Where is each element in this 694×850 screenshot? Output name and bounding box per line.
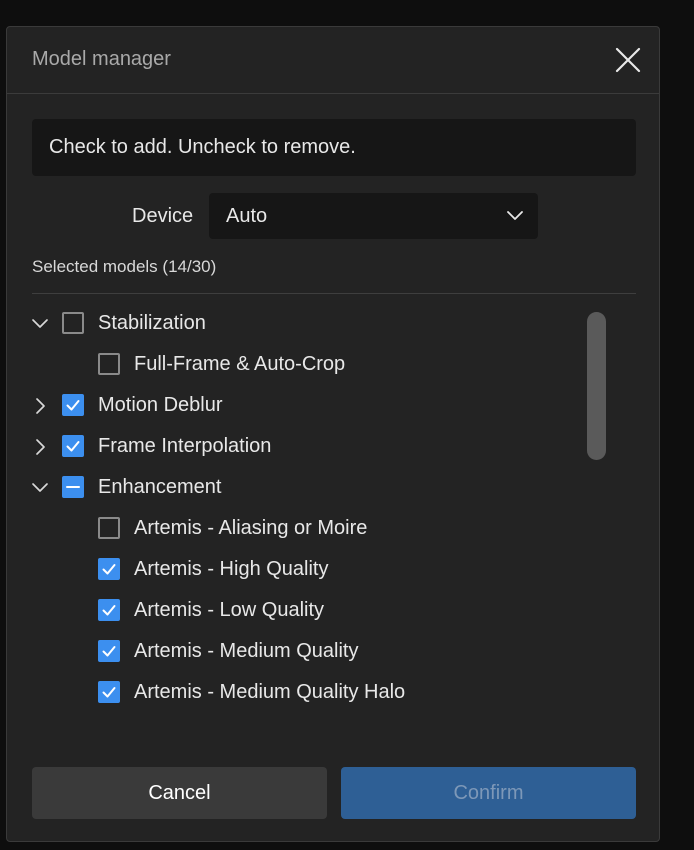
confirm-button[interactable]: Confirm	[341, 767, 636, 819]
tree-row-label: Frame Interpolation	[98, 435, 272, 457]
checkbox-checked[interactable]	[62, 394, 84, 416]
check-icon	[102, 605, 116, 616]
close-icon	[615, 47, 641, 73]
tree-row-label: Artemis - Medium Quality	[134, 640, 359, 662]
divider	[32, 293, 636, 294]
tree-row[interactable]: Artemis - Medium Quality Halo	[7, 672, 587, 713]
check-icon	[66, 441, 80, 452]
check-icon	[102, 646, 116, 657]
device-label: Device	[132, 205, 194, 227]
info-banner: Check to add. Uncheck to remove.	[32, 119, 636, 176]
tree-row-label: Stabilization	[98, 312, 206, 334]
dialog-header: Model manager	[7, 27, 659, 94]
chevron-down-icon[interactable]	[31, 315, 49, 333]
device-select[interactable]: Auto	[209, 193, 538, 239]
tree-row[interactable]: Artemis - Medium Quality	[7, 631, 587, 672]
tree-row[interactable]: Enhancement	[7, 467, 587, 508]
checkbox-checked[interactable]	[98, 681, 120, 703]
tree-row[interactable]: Artemis - Low Quality	[7, 590, 587, 631]
chevron-down-icon	[507, 211, 523, 220]
model-manager-dialog: Model manager Check to add. Uncheck to r…	[6, 26, 660, 842]
checkbox-checked[interactable]	[98, 599, 120, 621]
model-tree: Stabilization Full-Frame & Auto-Crop Motio…	[7, 303, 597, 723]
checkbox-unchecked[interactable]	[98, 353, 120, 375]
tree-row[interactable]: Frame Interpolation	[7, 426, 587, 467]
close-button[interactable]	[615, 47, 641, 73]
tree-row[interactable]: Artemis - High Quality	[7, 549, 587, 590]
checkbox-checked[interactable]	[98, 640, 120, 662]
tree-row[interactable]: Artemis - Aliasing or Moire	[7, 508, 587, 549]
cancel-button[interactable]: Cancel	[32, 767, 327, 819]
check-icon	[102, 564, 116, 575]
tree-row-label: Artemis - Medium Quality Halo	[134, 681, 406, 703]
tree-row-label: Artemis - High Quality	[134, 558, 329, 580]
tree-row-label: Enhancement	[98, 476, 222, 498]
tree-row-label: Artemis - Low Quality	[134, 599, 325, 621]
checkbox-unchecked[interactable]	[98, 517, 120, 539]
scrollbar-thumb[interactable]	[587, 312, 606, 460]
selected-models-count: Selected models (14/30)	[32, 257, 217, 276]
checkbox-checked[interactable]	[98, 558, 120, 580]
tree-row-label: Artemis - Aliasing or Moire	[134, 517, 368, 539]
checkbox-unchecked[interactable]	[62, 312, 84, 334]
chevron-right-icon[interactable]	[31, 397, 49, 415]
tree-row[interactable]: Full-Frame & Auto-Crop	[7, 344, 587, 385]
chevron-down-icon[interactable]	[31, 479, 49, 497]
tree-row[interactable]: Stabilization	[7, 303, 587, 344]
info-text: Check to add. Uncheck to remove.	[49, 136, 356, 158]
checkbox-checked[interactable]	[62, 435, 84, 457]
tree-row-label: Motion Deblur	[98, 394, 223, 416]
chevron-right-icon[interactable]	[31, 438, 49, 456]
tree-row[interactable]: Motion Deblur	[7, 385, 587, 426]
device-selected-value: Auto	[226, 205, 268, 227]
check-icon	[102, 687, 116, 698]
dialog-title: Model manager	[32, 48, 171, 70]
checkbox-partial[interactable]	[62, 476, 84, 498]
check-icon	[66, 400, 80, 411]
tree-row-label: Full-Frame & Auto-Crop	[134, 353, 346, 375]
minus-icon	[66, 486, 80, 488]
